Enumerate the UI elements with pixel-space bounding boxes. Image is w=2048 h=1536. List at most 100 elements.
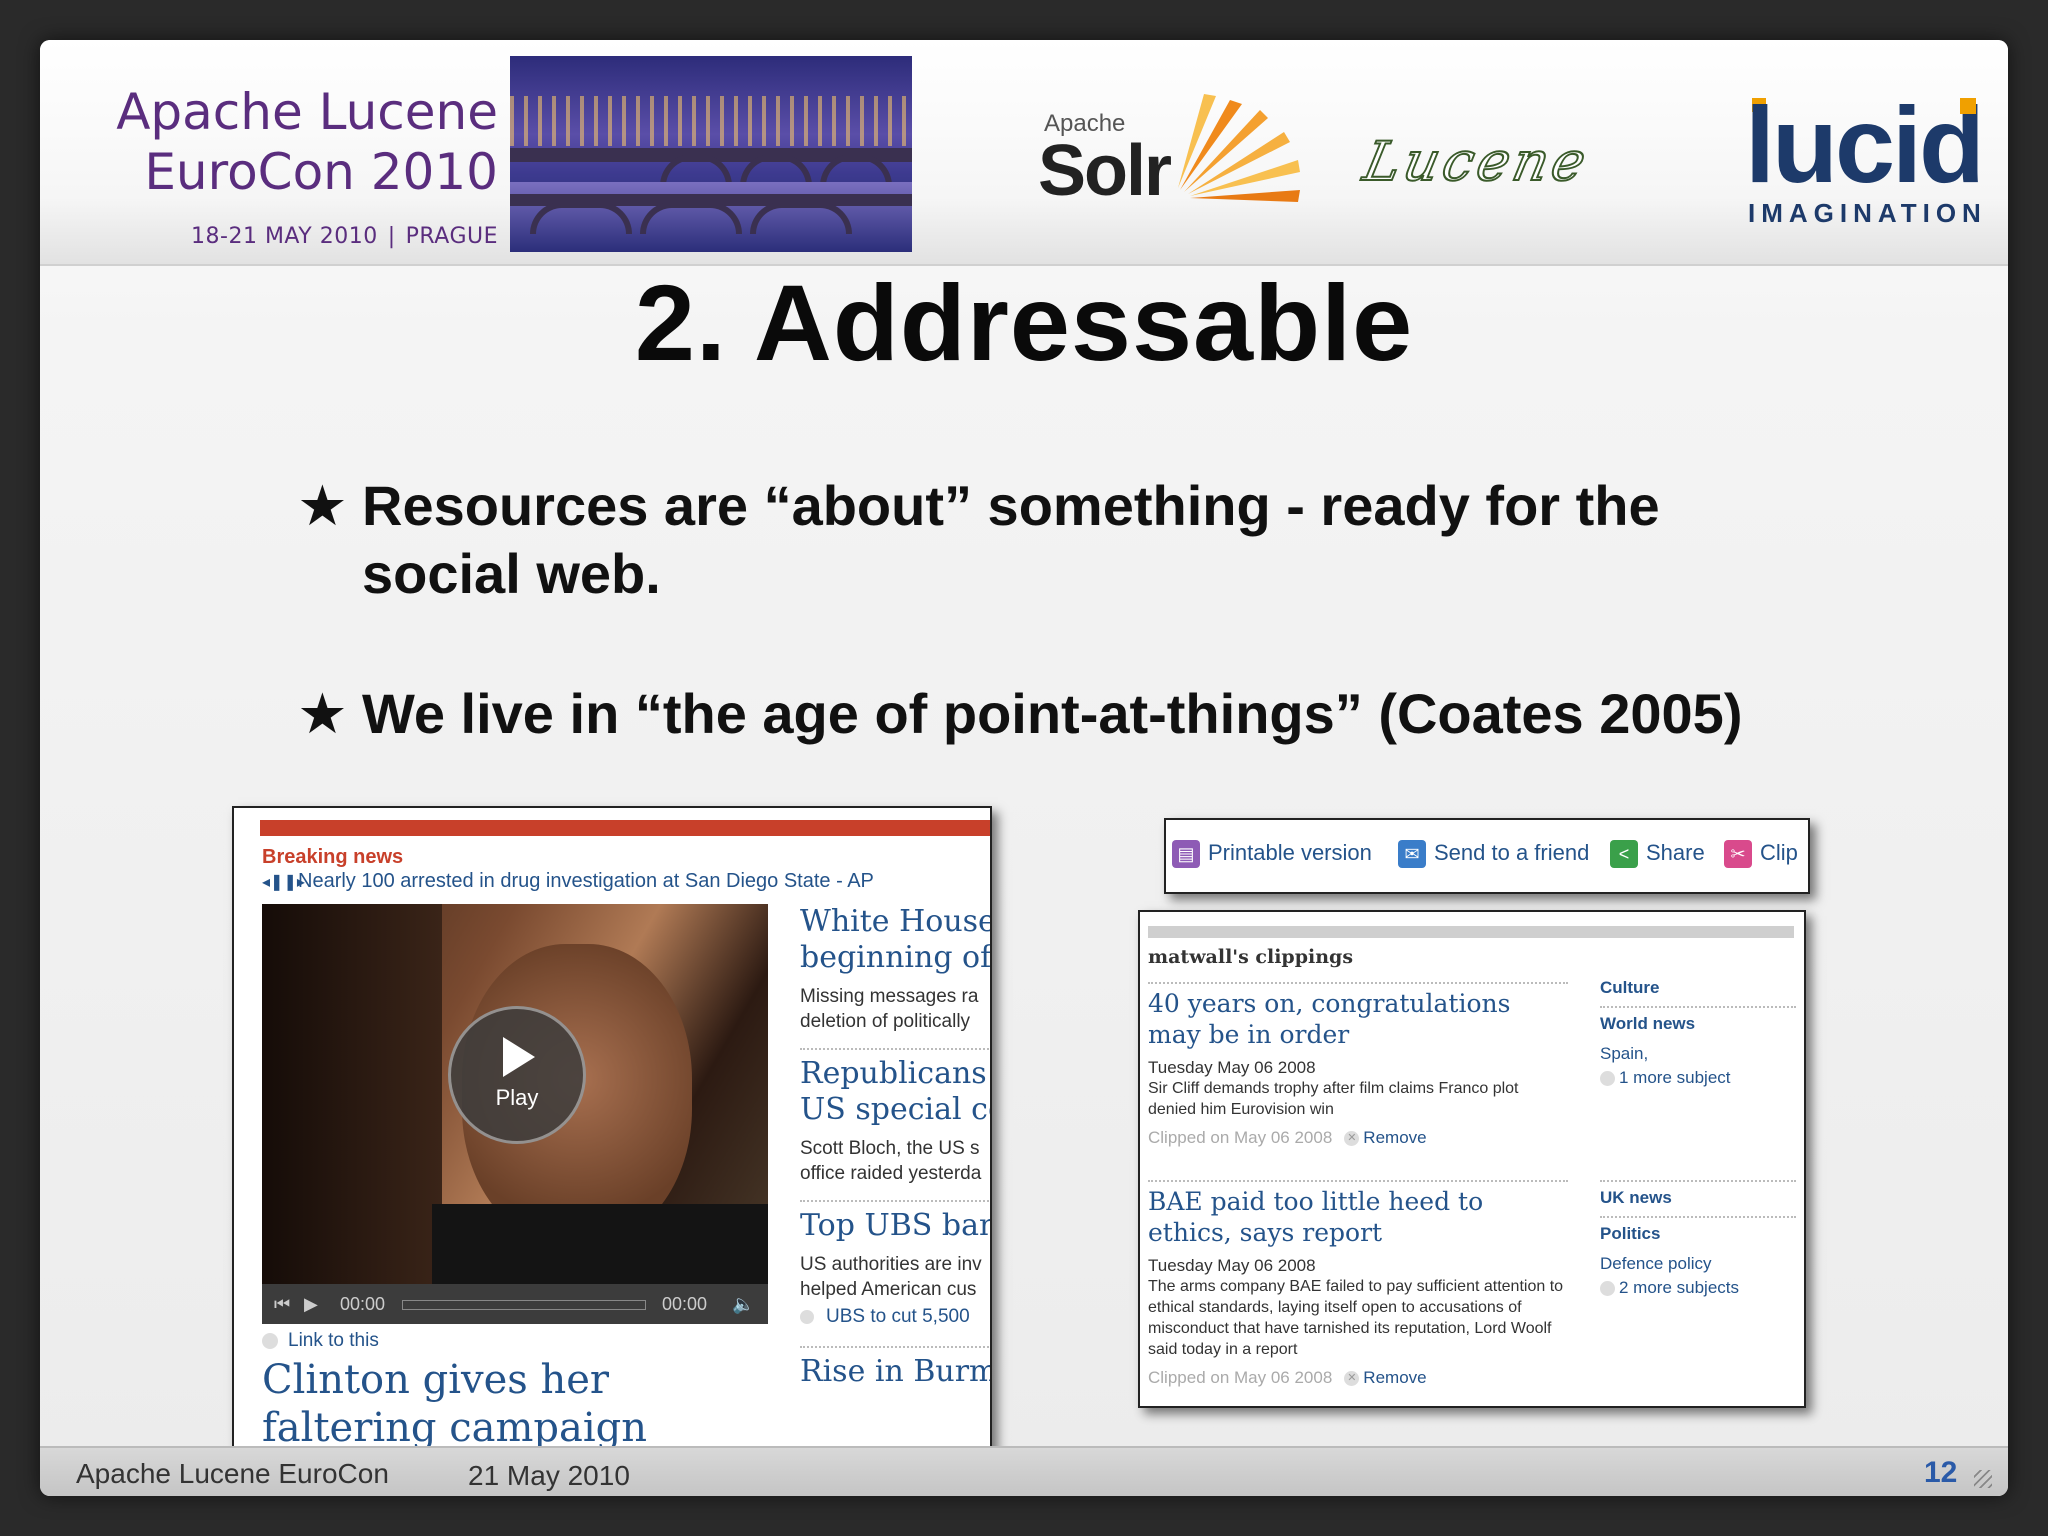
tag-section[interactable]: Culture <box>1600 978 1796 998</box>
solr-sun-icon <box>1178 94 1300 202</box>
divider <box>1148 982 1568 984</box>
article-toolbar-screenshot: ▤ Printable version ✉ Send to a friend < Sh… <box>1164 818 1810 894</box>
slide-header-banner: Apache Lucene EuroCon 2010 18-21 MAY 201… <box>40 40 2008 266</box>
story-headline[interactable]: Rise in Burma <box>800 1354 990 1390</box>
slide: Apache Lucene EuroCon 2010 18-21 MAY 201… <box>40 40 2008 1496</box>
play-small-icon[interactable]: ▶ <box>304 1294 318 1315</box>
tag-link[interactable]: Spain, <box>1600 1042 1796 1066</box>
story-headline[interactable]: White House lbeginning of I <box>800 904 990 976</box>
clipping-summary: Sir Cliff demands trophy after film clai… <box>1148 1080 1519 1118</box>
clipping-headline[interactable]: BAE paid too little heed to ethics, says… <box>1148 1186 1568 1248</box>
clipping-tags: Culture World news Spain, 1 more subject <box>1600 974 1796 1090</box>
news-page-screenshot: Breaking news ◂❚❚▸Nearly 100 arrested in… <box>232 806 992 1480</box>
pause-icon[interactable]: ◂❚❚▸ <box>262 872 305 892</box>
divider <box>1600 1006 1796 1008</box>
clipped-date: Clipped on May 06 2008 <box>1148 1128 1333 1147</box>
printable-version-link[interactable]: ▤ Printable version <box>1172 840 1372 869</box>
breaking-news-text[interactable]: Nearly 100 arrested in drug investigatio… <box>298 870 874 892</box>
divider <box>800 1346 990 1348</box>
conference-dates: 18-21 MAY 2010 <box>191 224 378 249</box>
send-to-friend-link[interactable]: ✉ Send to a friend <box>1398 840 1589 869</box>
clipping-summary: The arms company BAE failed to pay suffi… <box>1148 1278 1564 1358</box>
city-lights <box>510 96 912 146</box>
video-controls: ⏮ ▶ 00:00 00:00 🔈 <box>262 1284 768 1324</box>
link-to-this[interactable]: Link to this <box>262 1330 379 1352</box>
share-icon: < <box>1610 840 1638 869</box>
prague-bridges-photo <box>510 56 912 252</box>
story-sub-link-text[interactable]: UBS to cut 5,500 <box>826 1306 970 1327</box>
story-summary-line: Scott Bloch, the US s <box>800 1138 980 1159</box>
video-frame-suit <box>432 1204 768 1284</box>
more-subjects-text[interactable]: 2 more subjects <box>1619 1278 1739 1297</box>
breaking-news-bar <box>260 820 990 836</box>
resize-grip-icon[interactable] <box>1974 1470 1992 1488</box>
story-item: Top UBS bank US authorities are inv helpe… <box>800 1200 990 1328</box>
video-total-time: 00:00 <box>662 1294 708 1314</box>
share-link[interactable]: < Share <box>1610 840 1705 869</box>
toolbar-link-label[interactable]: Printable version <box>1208 840 1372 865</box>
more-subjects-text[interactable]: 1 more subject <box>1619 1068 1731 1087</box>
link-bullet-icon <box>800 1309 814 1324</box>
page-number: 12 <box>1924 1456 1958 1489</box>
bridge-arch <box>530 202 632 234</box>
tag-section[interactable]: World news <box>1600 1014 1796 1034</box>
story-headline[interactable]: Republicans cUS special cou <box>800 1056 990 1128</box>
story-sub-link[interactable]: UBS to cut 5,500 <box>800 1306 990 1328</box>
play-icon <box>503 1037 535 1077</box>
play-button[interactable]: Play <box>448 1006 586 1144</box>
scissors-icon: ✂ <box>1724 840 1752 869</box>
related-stories-column: White House lbeginning of I Missing mess… <box>800 904 990 1390</box>
more-subjects-link[interactable]: 2 more subjects <box>1600 1276 1796 1300</box>
story-item: White House lbeginning of I Missing mess… <box>800 904 990 1034</box>
envelope-icon: ✉ <box>1398 840 1426 869</box>
divider <box>1600 1216 1796 1218</box>
story-summary: Missing messages ra deletion of political… <box>800 984 990 1034</box>
story-summary-line: US authorities are inv <box>800 1254 982 1275</box>
clip-link[interactable]: ✂ Clip <box>1724 840 1798 869</box>
lucene-logo: Lucene <box>1357 129 1596 194</box>
lucid-logo-name: lucid <box>1745 84 1985 205</box>
expand-icon <box>1600 1281 1615 1297</box>
remove-icon[interactable]: ✕ <box>1344 1131 1360 1147</box>
clipping-tags: UK news Politics Defence policy 2 more s… <box>1600 1180 1796 1300</box>
volume-icon[interactable]: 🔈 <box>732 1294 754 1315</box>
lucid-logo-subtitle: IMAGINATION <box>1748 198 1987 228</box>
divider <box>1148 1180 1568 1182</box>
link-to-this-text[interactable]: Link to this <box>288 1330 379 1351</box>
date-separator: | <box>387 224 396 249</box>
remove-link[interactable]: Remove <box>1363 1128 1426 1147</box>
story-summary-line: office raided yesterda <box>800 1163 982 1184</box>
remove-icon[interactable]: ✕ <box>1344 1371 1360 1387</box>
story-headline-line[interactable]: US special cou <box>800 1092 990 1128</box>
story-headline[interactable]: Top UBS bank <box>800 1208 990 1244</box>
clipped-date: Clipped on May 06 2008 <box>1148 1368 1333 1387</box>
tag-section[interactable]: Politics <box>1600 1224 1796 1244</box>
story-summary-line: deletion of politically <box>800 1011 971 1032</box>
story-headline-line[interactable]: Republicans c <box>800 1056 990 1092</box>
tag-link[interactable]: Defence policy <box>1600 1252 1796 1276</box>
divider <box>800 1048 990 1050</box>
video-frame-person-left <box>262 904 442 1284</box>
toolbar-link-label[interactable]: Share <box>1646 840 1705 865</box>
clipping-headline[interactable]: 40 years on, congratulations may be in o… <box>1148 988 1568 1050</box>
story-headline-line[interactable]: beginning of I <box>800 940 990 976</box>
toolbar-link-label[interactable]: Send to a friend <box>1434 840 1589 865</box>
video-player[interactable]: Play <box>262 904 768 1284</box>
bullet-text: We live in “the age of point-at-things” … <box>362 682 1743 745</box>
clippings-screenshot: matwall's clippings 40 years on, congrat… <box>1138 910 1806 1408</box>
bridge-arch <box>750 202 852 234</box>
toolbar-link-label[interactable]: Clip <box>1760 840 1798 865</box>
slide-footer: Apache Lucene EuroCon 21 May 2010 12 <box>40 1446 2008 1496</box>
breaking-news-item[interactable]: ◂❚❚▸Nearly 100 arrested in drug investig… <box>262 870 874 893</box>
lucid-logo-dot <box>1960 98 1976 114</box>
remove-link[interactable]: Remove <box>1363 1368 1426 1387</box>
skip-back-icon[interactable]: ⏮ <box>274 1294 290 1315</box>
slide-title: 2. Addressable <box>634 262 1414 383</box>
video-progress-track[interactable] <box>402 1300 646 1310</box>
more-subjects-link[interactable]: 1 more subject <box>1600 1066 1796 1090</box>
tag-section[interactable]: UK news <box>1600 1188 1796 1208</box>
clipping-date: Tuesday May 06 2008 <box>1148 1256 1316 1275</box>
video-current-time: 00:00 <box>340 1294 386 1314</box>
footer-date: 21 May 2010 <box>468 1460 630 1491</box>
story-headline-line[interactable]: White House l <box>800 904 990 940</box>
